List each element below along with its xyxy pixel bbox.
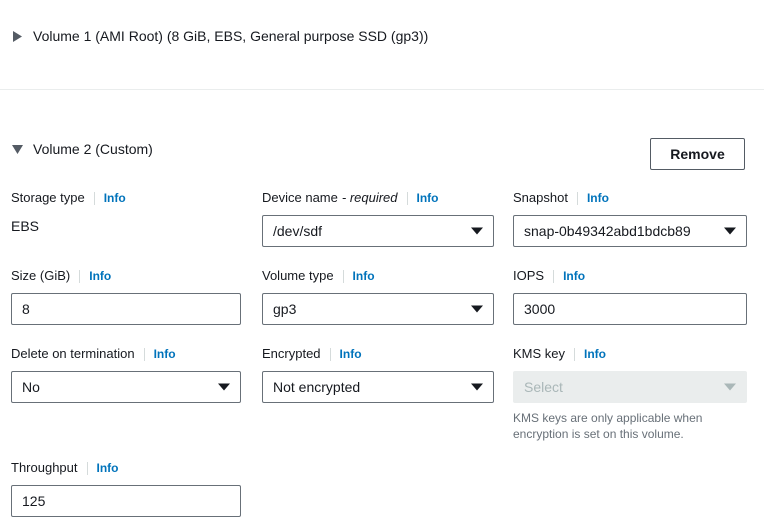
volume-2-title: Volume 2 (Custom) <box>33 141 153 157</box>
delete-on-termination-field: Delete on termination Info No <box>11 346 241 403</box>
label-separator <box>576 191 578 205</box>
snapshot-label: Snapshot <box>513 190 568 205</box>
chevron-down-icon <box>724 227 736 235</box>
size-input[interactable]: 8 <box>11 293 241 325</box>
throughput-info-link[interactable]: Info <box>97 460 119 476</box>
device-name-required-tag: - required <box>341 190 398 205</box>
device-name-select[interactable]: /dev/sdf <box>262 215 494 247</box>
encrypted-label-group: Encrypted Info <box>262 346 494 362</box>
kms-key-helper-text: KMS keys are only applicable when encryp… <box>513 411 703 441</box>
iops-field: IOPS Info 3000 <box>513 268 747 325</box>
label-separator <box>93 191 95 205</box>
label-separator <box>79 269 81 283</box>
size-label-group: Size (GiB) Info <box>11 268 241 284</box>
device-name-label-group: Device name - required Info <box>262 190 494 206</box>
throughput-label: Throughput <box>11 460 78 475</box>
chevron-down-icon <box>724 383 736 391</box>
storage-type-field: Storage type Info EBS <box>11 190 241 235</box>
storage-type-label: Storage type <box>11 190 85 205</box>
kms-key-select: Select <box>513 371 747 403</box>
remove-volume-button[interactable]: Remove <box>650 138 745 170</box>
kms-key-info-link[interactable]: Info <box>584 346 606 362</box>
device-name-value: /dev/sdf <box>273 223 323 239</box>
volume-1-title: Volume 1 (AMI Root) (8 GiB, EBS, General… <box>33 28 429 44</box>
triangle-right-icon[interactable] <box>11 29 23 43</box>
throughput-field: Throughput Info 125 <box>11 460 241 517</box>
iops-input[interactable]: 3000 <box>513 293 747 325</box>
snapshot-label-group: Snapshot Info <box>513 190 747 206</box>
storage-type-info-link[interactable]: Info <box>104 190 126 206</box>
label-separator <box>329 347 331 361</box>
kms-key-field: KMS key Info Select KMS keys are only ap… <box>513 346 747 442</box>
throughput-value: 125 <box>22 493 46 509</box>
label-separator <box>553 269 555 283</box>
volume-type-select[interactable]: gp3 <box>262 293 494 325</box>
triangle-down-icon[interactable] <box>11 142 23 156</box>
delete-on-termination-label: Delete on termination <box>11 346 135 361</box>
storage-type-label-group: Storage type Info <box>11 190 241 206</box>
snapshot-field: Snapshot Info snap-0b49342abd1bdcb89 <box>513 190 747 247</box>
size-info-link[interactable]: Info <box>89 268 111 284</box>
iops-label: IOPS <box>513 268 545 283</box>
size-value: 8 <box>22 301 30 317</box>
device-name-label: Device name <box>262 190 338 205</box>
snapshot-info-link[interactable]: Info <box>587 190 609 206</box>
delete-on-termination-label-group: Delete on termination Info <box>11 346 241 362</box>
encrypted-field: Encrypted Info Not encrypted <box>262 346 494 403</box>
volume-type-label-group: Volume type Info <box>262 268 494 284</box>
section-divider <box>0 89 764 90</box>
size-field: Size (GiB) Info 8 <box>11 268 241 325</box>
chevron-down-icon <box>471 227 483 235</box>
size-label: Size (GiB) <box>11 268 71 283</box>
device-name-info-link[interactable]: Info <box>417 190 439 206</box>
label-separator <box>342 269 344 283</box>
snapshot-select[interactable]: snap-0b49342abd1bdcb89 <box>513 215 747 247</box>
encrypted-label: Encrypted <box>262 346 321 361</box>
label-separator <box>86 461 88 475</box>
label-separator <box>574 347 576 361</box>
volume-1-header[interactable]: Volume 1 (AMI Root) (8 GiB, EBS, General… <box>0 27 428 45</box>
chevron-down-icon <box>218 383 230 391</box>
kms-key-label: KMS key <box>513 346 566 361</box>
encrypted-value: Not encrypted <box>273 379 361 395</box>
snapshot-value: snap-0b49342abd1bdcb89 <box>524 223 691 239</box>
volume-type-value: gp3 <box>273 301 297 317</box>
delete-on-termination-select[interactable]: No <box>11 371 241 403</box>
volume-type-label: Volume type <box>262 268 334 283</box>
throughput-label-group: Throughput Info <box>11 460 241 476</box>
delete-on-termination-info-link[interactable]: Info <box>154 346 176 362</box>
iops-info-link[interactable]: Info <box>563 268 585 284</box>
encrypted-info-link[interactable]: Info <box>340 346 362 362</box>
chevron-down-icon <box>471 305 483 313</box>
chevron-down-icon <box>471 383 483 391</box>
iops-label-group: IOPS Info <box>513 268 747 284</box>
volume-type-info-link[interactable]: Info <box>353 268 375 284</box>
label-separator <box>406 191 408 205</box>
volume-2-header[interactable]: Volume 2 (Custom) <box>0 140 153 158</box>
encrypted-select[interactable]: Not encrypted <box>262 371 494 403</box>
label-separator <box>143 347 145 361</box>
volume-type-field: Volume type Info gp3 <box>262 268 494 325</box>
storage-type-value: EBS <box>11 218 40 234</box>
kms-key-placeholder: Select <box>524 379 563 395</box>
kms-key-label-group: KMS key Info <box>513 346 747 362</box>
device-name-field: Device name - required Info /dev/sdf <box>262 190 494 247</box>
throughput-input[interactable]: 125 <box>11 485 241 517</box>
delete-on-termination-value: No <box>22 379 40 395</box>
iops-value: 3000 <box>524 301 556 317</box>
